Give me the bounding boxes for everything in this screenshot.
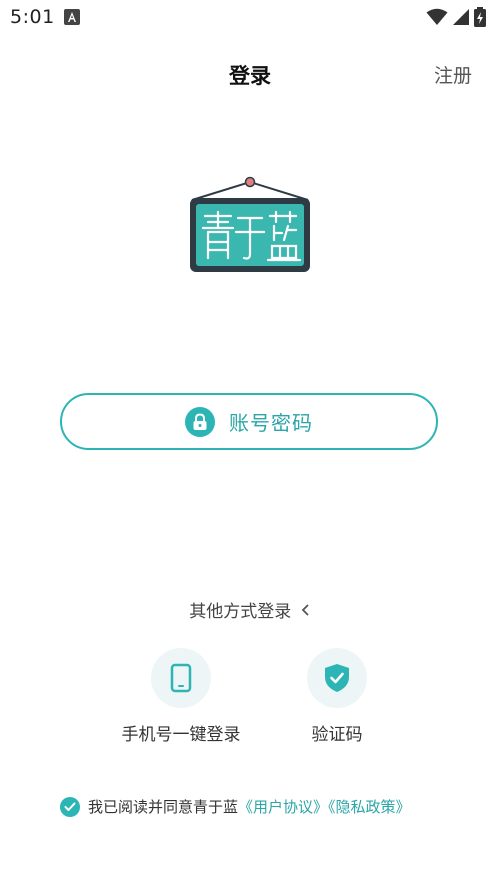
chevron-left-icon (301, 602, 311, 622)
header: 登录 注册 (0, 44, 500, 104)
shield-check-icon (307, 648, 367, 708)
wifi-icon (426, 8, 448, 25)
phone-icon (151, 648, 211, 708)
agreement-checkbox[interactable] (60, 796, 80, 817)
agreement-row: 我已阅读并同意青于蓝《用户协议》《隐私政策》 (60, 796, 411, 817)
signal-icon (453, 9, 469, 25)
agreement-text: 我已阅读并同意青于蓝《用户协议》《隐私政策》 (88, 796, 411, 817)
phone-one-click-login-button[interactable]: 手机号一键登录 (106, 648, 256, 745)
account-password-button[interactable]: 账号密码 (60, 393, 438, 450)
agreement-prefix: 我已阅读并同意青于蓝 (88, 798, 239, 816)
status-bar: 5:01 (0, 0, 500, 34)
privacy-policy-link[interactable]: 《隐私政策》 (328, 798, 411, 816)
status-time: 5:01 (10, 6, 55, 28)
verification-code-label: 验证码 (311, 725, 363, 745)
battery-icon (474, 7, 486, 27)
verification-code-login-button[interactable]: 验证码 (262, 648, 412, 745)
app-logo (188, 176, 312, 276)
status-icons (426, 7, 486, 27)
phone-login-label: 手机号一键登录 (121, 725, 241, 745)
page-title: 登录 (229, 64, 271, 88)
account-password-label: 账号密码 (229, 411, 313, 435)
other-methods-title: 其他方式登录 (189, 602, 292, 622)
register-button[interactable]: 注册 (434, 61, 472, 88)
other-methods-toggle[interactable]: 其他方式登录 (0, 597, 500, 622)
lock-icon (185, 406, 215, 437)
user-agreement-link[interactable]: 《用户协议》 (238, 798, 328, 816)
notification-icon (64, 9, 80, 25)
